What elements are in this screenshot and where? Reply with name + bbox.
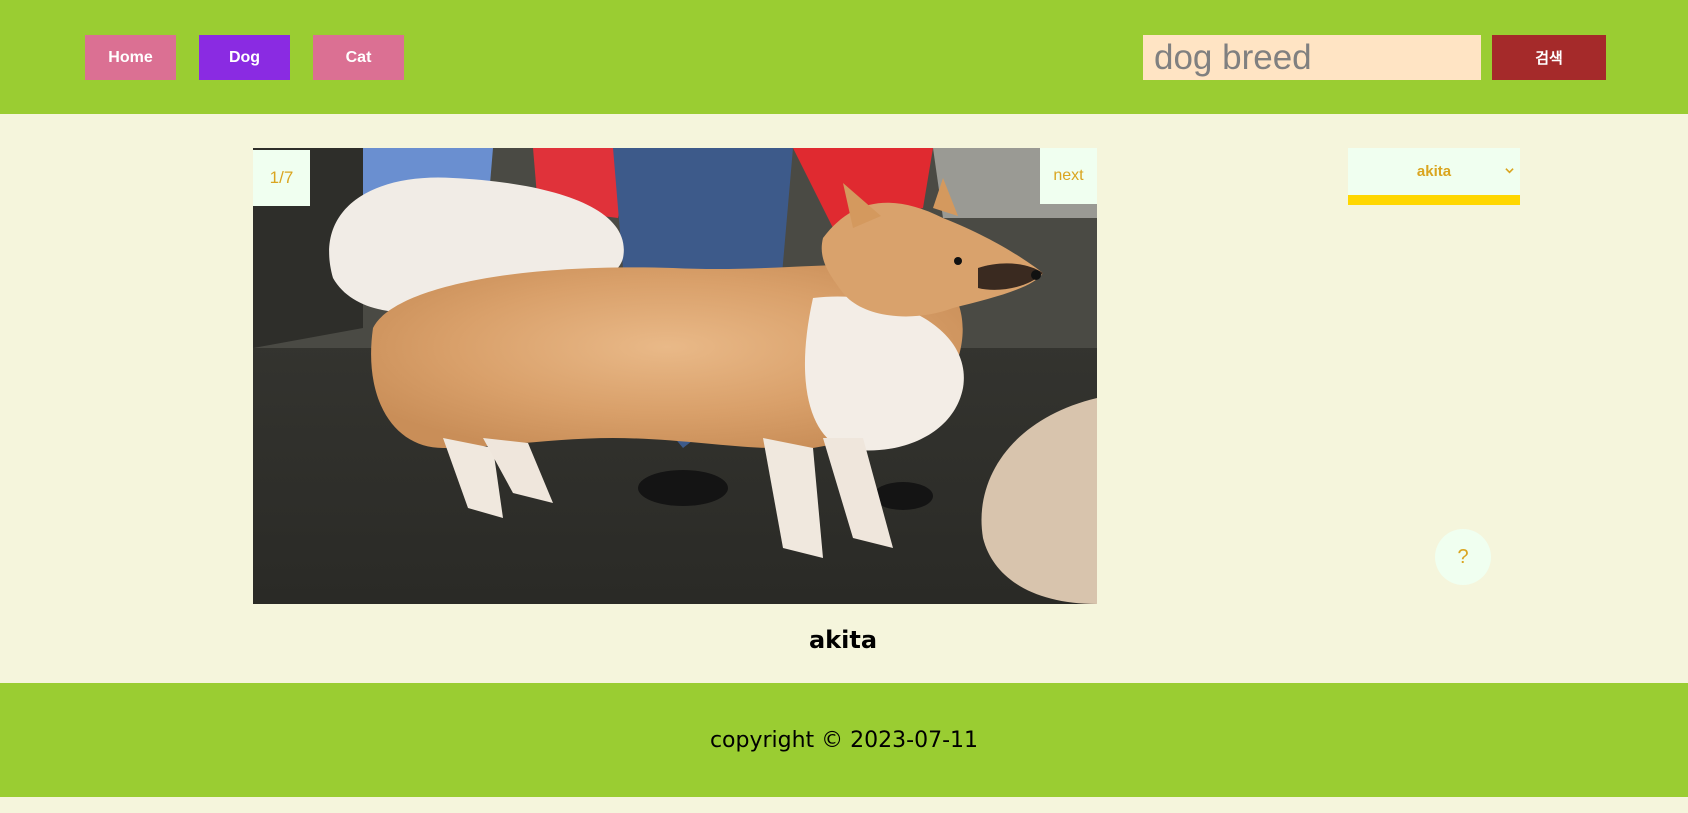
copyright-text: copyright © 2023-07-11 [709,727,979,753]
image-slider: 1/7 next [253,148,1097,604]
search-button[interactable]: 검색 [1492,35,1606,80]
help-button[interactable]: ? [1435,529,1491,585]
next-button[interactable]: next [1040,148,1097,204]
breed-select-value: akita [1416,163,1452,180]
select-underline [1348,195,1520,205]
slide-counter: 1/7 [253,150,310,206]
search-input[interactable] [1143,35,1481,80]
breed-select[interactable]: akita [1348,148,1520,195]
nav-home-button[interactable]: Home [85,35,176,80]
chevron-down-icon [1505,168,1514,174]
site-header: Home Dog Cat 검색 [0,0,1688,114]
breed-caption: akita [808,626,878,654]
breed-select-wrapper: akita [1348,148,1520,205]
nav-cat-button[interactable]: Cat [313,35,404,80]
dog-photo [253,148,1097,604]
site-footer: copyright © 2023-07-11 [0,683,1688,797]
nav-dog-button[interactable]: Dog [199,35,290,80]
